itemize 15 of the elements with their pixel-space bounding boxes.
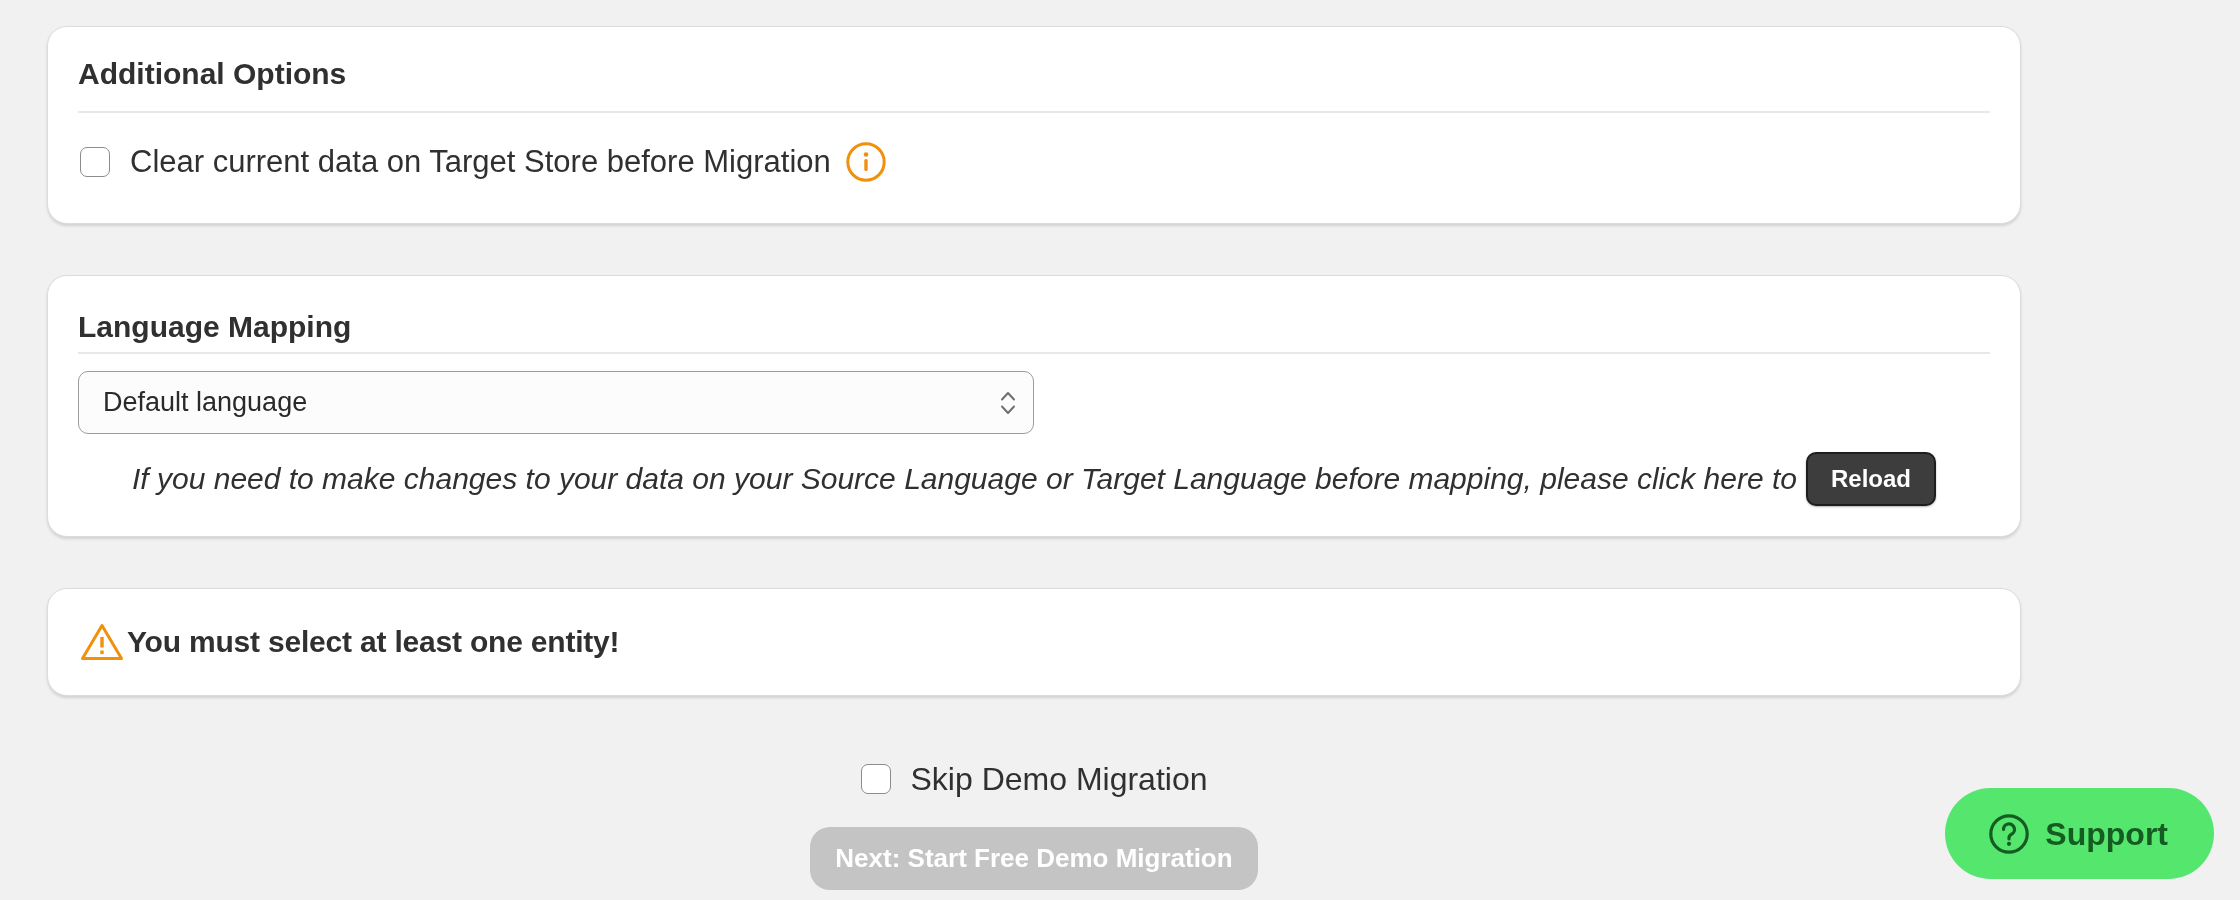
section-title: Language Mapping bbox=[78, 309, 353, 345]
checkbox[interactable] bbox=[860, 764, 891, 794]
language-select[interactable]: Default language bbox=[78, 371, 1034, 434]
reload-button[interactable]: Reload bbox=[1806, 452, 1936, 506]
section-title: Additional Options bbox=[78, 56, 348, 92]
note-text: If you need to make changes to your data on your Source Language or Target Language before mapping, please click here to bbox=[132, 461, 1797, 497]
checkbox[interactable] bbox=[80, 147, 110, 177]
checkbox-label: Skip Demo Migration bbox=[910, 760, 1208, 799]
warning-icon bbox=[80, 623, 124, 661]
checkbox-label: Clear current data on Target Store before Migration bbox=[130, 143, 831, 181]
info-icon[interactable] bbox=[845, 142, 886, 182]
support-button[interactable]: Support bbox=[1945, 788, 2214, 879]
help-icon bbox=[1989, 813, 2030, 854]
alert-message: You must select at least one entity! bbox=[127, 624, 620, 660]
up-down-chevron-icon bbox=[999, 389, 1017, 416]
